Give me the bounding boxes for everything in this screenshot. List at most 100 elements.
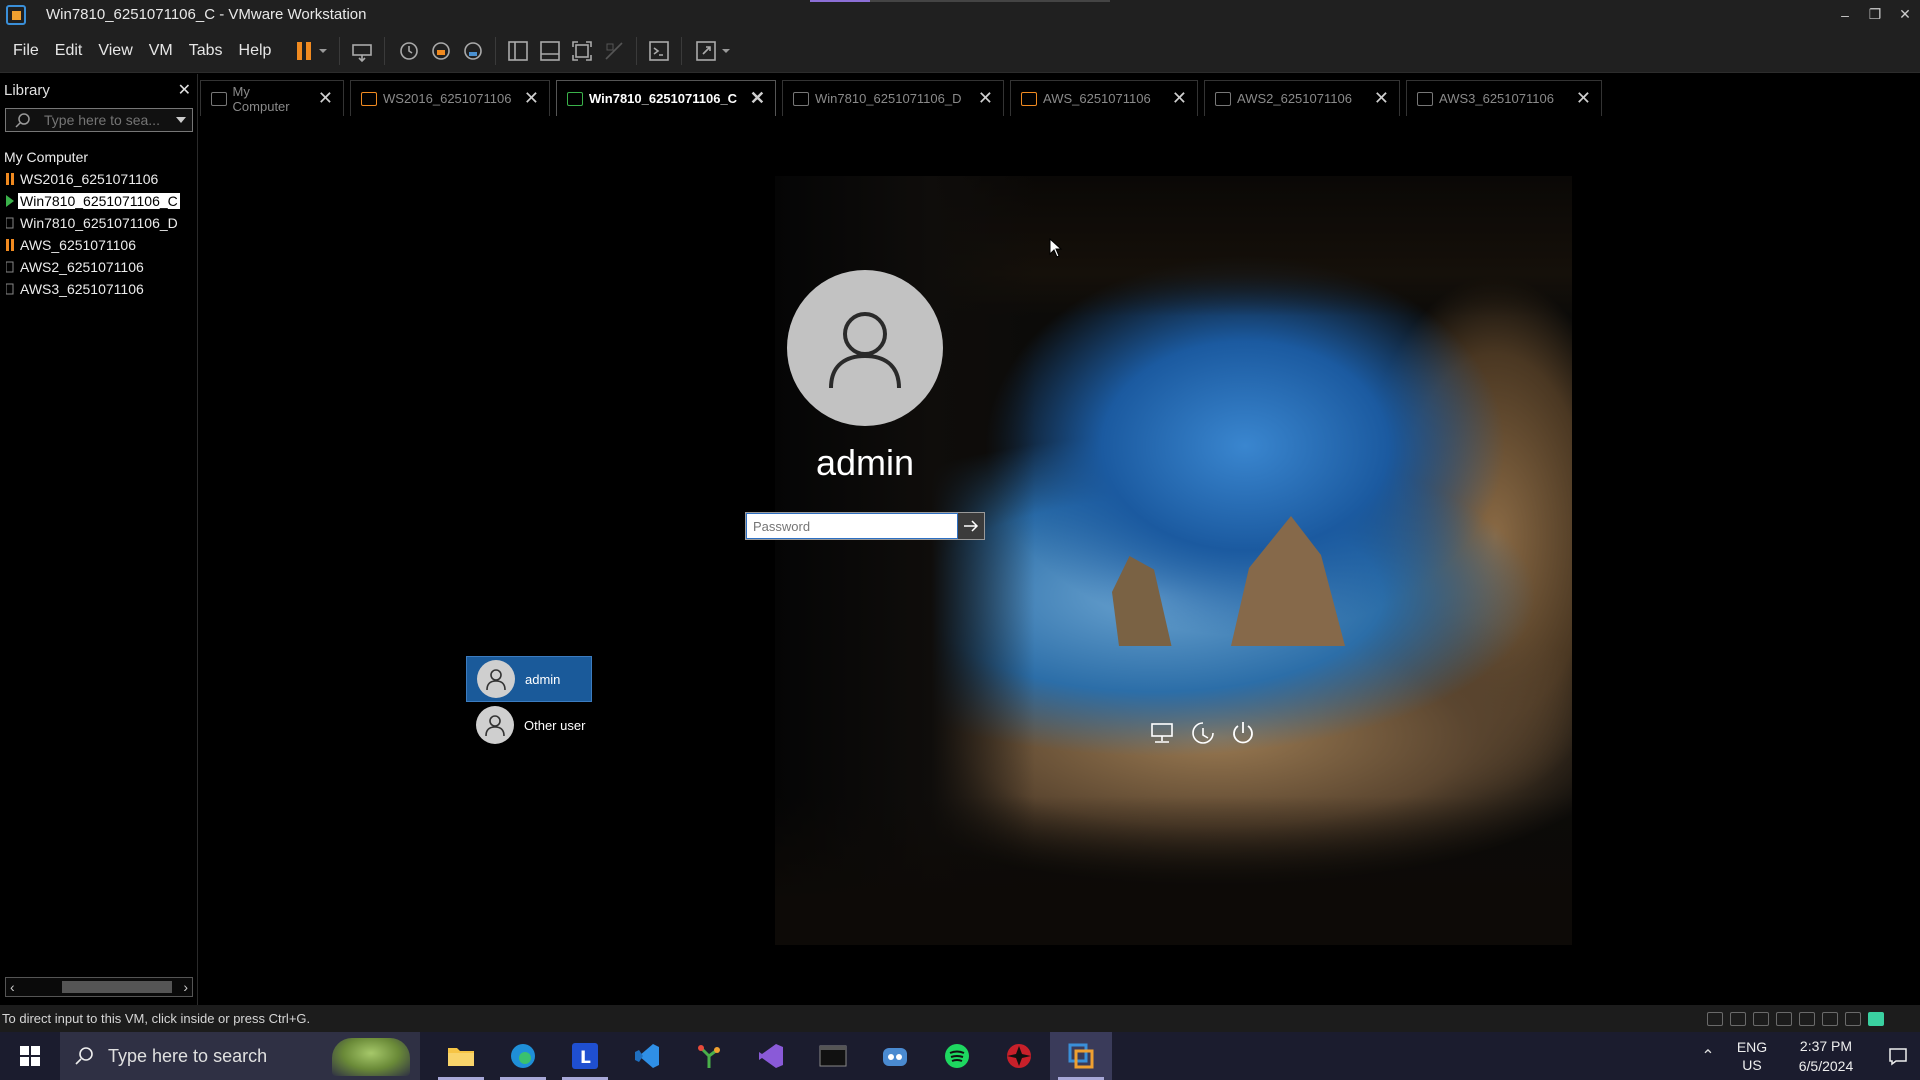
tab-close-icon[interactable]: ✕ — [308, 88, 333, 109]
submit-password-button[interactable] — [958, 513, 984, 539]
scroll-thumb[interactable] — [62, 981, 172, 993]
message-log-icon[interactable] — [1868, 1011, 1884, 1026]
menu-view[interactable]: View — [98, 42, 132, 60]
printer-icon[interactable] — [1776, 1011, 1792, 1026]
library-item-selected[interactable]: Win7810_6251071106_C — [0, 190, 197, 212]
ease-of-access-icon — [1192, 722, 1214, 744]
scroll-right-icon[interactable]: › — [183, 979, 188, 995]
user-option-other-user[interactable]: Other user — [466, 702, 592, 748]
taskbar-search[interactable]: Type here to search — [60, 1032, 420, 1080]
tab-aws[interactable]: AWS_6251071106 ✕ — [1010, 80, 1198, 116]
library-search[interactable] — [5, 108, 193, 132]
start-button[interactable] — [0, 1032, 60, 1080]
library-item[interactable]: AWS_6251071106 — [0, 234, 197, 256]
user-option-label: admin — [525, 671, 561, 687]
tab-win7810-d[interactable]: Win7810_6251071106_D ✕ — [782, 80, 1004, 116]
password-input[interactable] — [746, 513, 958, 539]
thumbnail-bar-button[interactable] — [538, 34, 562, 68]
tab-aws2[interactable]: AWS2_6251071106 ✕ — [1204, 80, 1400, 116]
edge-button[interactable] — [492, 1032, 554, 1080]
vm-paused-icon — [6, 239, 14, 251]
tab-my-computer[interactable]: My Computer ✕ — [200, 80, 344, 116]
visual-studio-button[interactable] — [740, 1032, 802, 1080]
menu-file[interactable]: File — [13, 42, 39, 60]
tab-close-icon[interactable]: ✕ — [1566, 88, 1591, 109]
library-item[interactable]: AWS2_6251071106 — [0, 256, 197, 278]
show-hidden-icons-button[interactable]: ⌃ — [1688, 1046, 1728, 1066]
vmware-app-icon[interactable] — [6, 4, 26, 25]
snapshot-manager-button[interactable] — [461, 34, 485, 68]
menu-tabs[interactable]: Tabs — [189, 42, 223, 60]
vm-running-icon — [6, 195, 14, 207]
toolbar-separator — [681, 36, 683, 65]
library-item[interactable]: Win7810_6251071106_D — [0, 212, 197, 234]
spotify-button[interactable] — [926, 1032, 988, 1080]
tab-close-icon[interactable]: ✕ — [514, 88, 539, 109]
keyboard-layout: US — [1742, 1057, 1762, 1073]
tab-ws2016[interactable]: WS2016_6251071106 ✕ — [350, 80, 550, 116]
display-icon[interactable] — [1845, 1011, 1861, 1026]
tab-close-icon[interactable]: ✕ — [1364, 88, 1389, 109]
menu-edit[interactable]: Edit — [55, 42, 83, 60]
stretch-dropdown-button[interactable] — [720, 34, 732, 68]
console-view-button[interactable] — [647, 34, 671, 68]
vm-icon — [1215, 91, 1231, 106]
language-indicator[interactable]: ENG US — [1728, 1038, 1776, 1074]
library-search-input[interactable] — [38, 112, 174, 128]
security-app-button[interactable] — [988, 1032, 1050, 1080]
power-dropdown-button[interactable] — [317, 34, 329, 68]
ease-of-access-button[interactable] — [1190, 718, 1216, 748]
user-option-admin[interactable]: admin — [466, 656, 592, 702]
network-adapter-icon[interactable] — [1753, 1011, 1769, 1026]
network-button[interactable] — [1150, 718, 1176, 748]
full-screen-button[interactable] — [570, 34, 594, 68]
unity-button[interactable] — [602, 34, 626, 68]
language-code: ENG — [1736, 1039, 1768, 1055]
notification-center-button[interactable] — [1876, 1046, 1920, 1066]
status-message: To direct input to this VM, click inside… — [2, 1011, 311, 1026]
game-app-button[interactable] — [864, 1032, 926, 1080]
tab-close-icon[interactable]: ✕ — [740, 88, 765, 109]
tab-win7810-c[interactable]: Win7810_6251071106_C ✕ — [556, 80, 776, 116]
taskbar-search-placeholder: Type here to search — [108, 1045, 268, 1066]
vm-icon — [361, 91, 377, 106]
revert-snapshot-icon — [432, 41, 451, 60]
vmware-taskbar-button[interactable] — [1050, 1032, 1112, 1080]
pause-button[interactable] — [295, 34, 313, 68]
stretch-guest-button[interactable] — [694, 34, 718, 68]
revert-snapshot-button[interactable] — [429, 34, 453, 68]
menu-vm[interactable]: VM — [149, 42, 173, 60]
power-button[interactable] — [1230, 718, 1256, 748]
tab-close-icon[interactable]: ✕ — [1162, 88, 1187, 109]
close-window-button[interactable]: ✕ — [1890, 0, 1920, 29]
terminal-button[interactable] — [802, 1032, 864, 1080]
full-screen-icon — [572, 40, 593, 61]
clock[interactable]: 2:37 PM 6/5/2024 — [1776, 1036, 1876, 1076]
minimize-button[interactable]: – — [1830, 0, 1860, 29]
cd-dvd-icon[interactable] — [1730, 1011, 1746, 1026]
scroll-left-icon[interactable]: ‹ — [10, 979, 15, 995]
thumbnail-view-icon — [540, 40, 561, 61]
library-horizontal-scrollbar[interactable]: ‹ › — [5, 977, 193, 997]
library-item-label: AWS2_6251071106 — [20, 259, 144, 275]
tab-close-icon[interactable]: ✕ — [968, 88, 993, 109]
show-library-button[interactable] — [506, 34, 530, 68]
menu-help[interactable]: Help — [239, 42, 272, 60]
send-ctrl-alt-del-button[interactable] — [350, 34, 374, 68]
vscode-button[interactable] — [616, 1032, 678, 1080]
vm-icon — [1021, 91, 1037, 106]
tree-root-my-computer[interactable]: My Computer — [0, 146, 197, 168]
sourcetree-button[interactable] — [678, 1032, 740, 1080]
library-close-icon[interactable]: ✕ — [178, 80, 191, 100]
restore-button[interactable]: ❐ — [1860, 0, 1890, 29]
l-app-button[interactable]: L — [554, 1032, 616, 1080]
library-item[interactable]: WS2016_6251071106 — [0, 168, 197, 190]
tab-aws3[interactable]: AWS3_6251071106 ✕ — [1406, 80, 1602, 116]
hard-disk-icon[interactable] — [1707, 1011, 1723, 1026]
usb-icon[interactable] — [1822, 1011, 1838, 1026]
library-item-label: Win7810_6251071106_C — [18, 193, 180, 209]
snapshot-button[interactable] — [397, 34, 421, 68]
file-explorer-button[interactable] — [430, 1032, 492, 1080]
library-item[interactable]: AWS3_6251071106 — [0, 278, 197, 300]
sound-icon[interactable] — [1799, 1011, 1815, 1026]
